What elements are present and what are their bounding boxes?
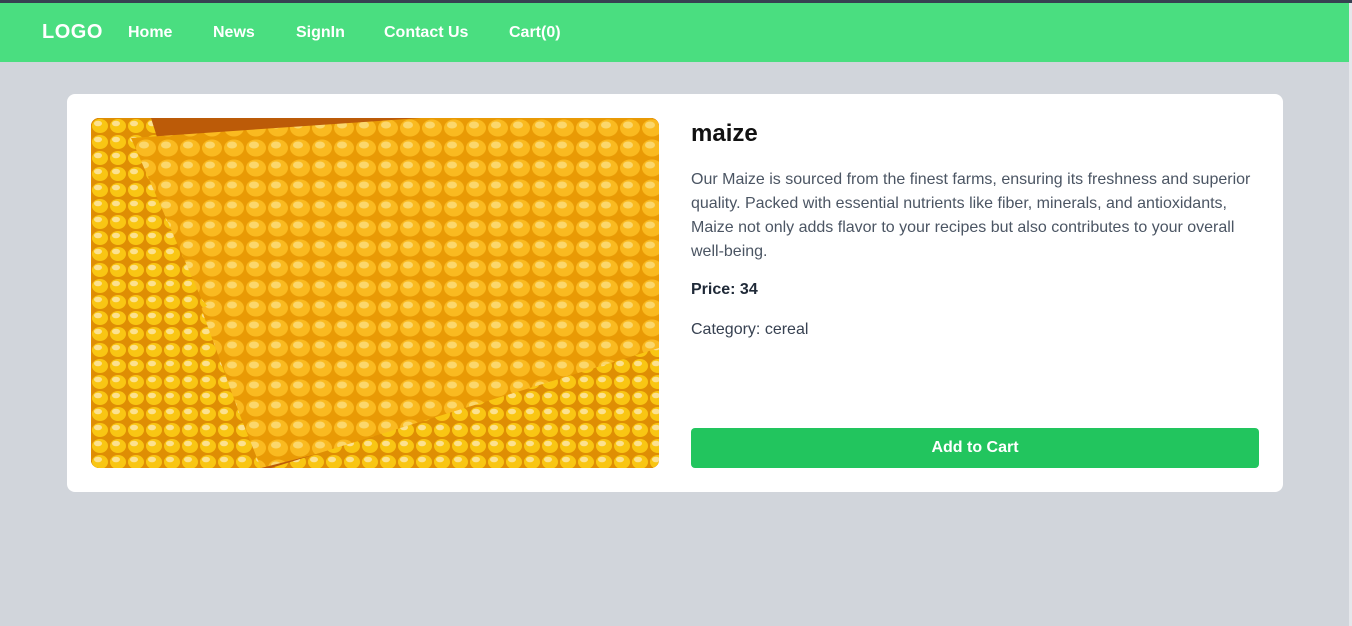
price-label: Price: [691, 281, 736, 298]
product-title: maize [691, 120, 758, 147]
product-category: Category: cereal [691, 321, 808, 339]
category-label: Category: [691, 321, 761, 338]
product-price: Price: 34 [691, 281, 758, 299]
nav-link-news[interactable]: News [213, 24, 255, 42]
add-to-cart-button[interactable]: Add to Cart [691, 428, 1259, 468]
product-description: Our Maize is sourced from the finest far… [691, 171, 1251, 260]
logo[interactable]: LOGO [42, 21, 103, 44]
product-image [91, 118, 659, 468]
navbar: LOGO Home News SignIn Contact Us Cart(0) [0, 3, 1352, 62]
product-card: maize Our Maize is sourced from the fine… [67, 94, 1283, 492]
nav-link-home[interactable]: Home [128, 24, 172, 42]
nav-link-cart[interactable]: Cart(0) [509, 24, 561, 42]
price-value: 34 [739, 281, 758, 298]
category-value: cereal [764, 321, 809, 338]
nav-link-contact-us[interactable]: Contact Us [384, 24, 468, 42]
nav-link-signin[interactable]: SignIn [296, 24, 345, 42]
